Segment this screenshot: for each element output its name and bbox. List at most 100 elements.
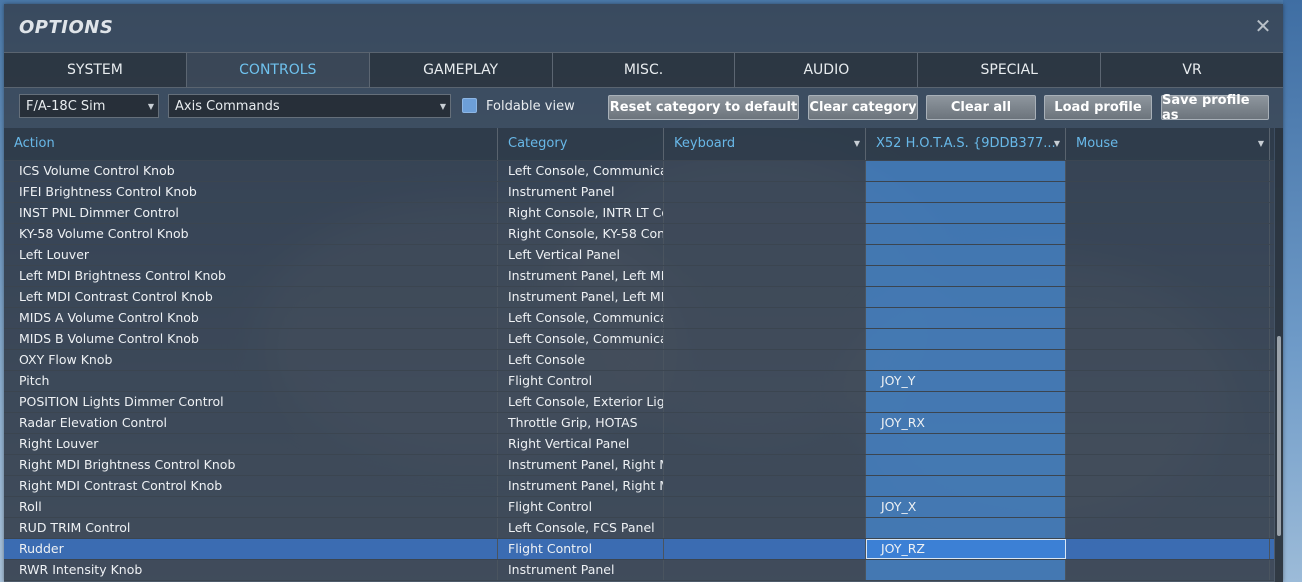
table-row[interactable]: Roll Flight Control JOY_X	[4, 497, 1274, 518]
tab-controls[interactable]: CONTROLS	[186, 53, 370, 87]
table-row[interactable]: INST PNL Dimmer Control Right Console, IN…	[4, 203, 1274, 224]
table-row[interactable]: Right MDI Brightness Control Knob Instrum…	[4, 455, 1274, 476]
category-select[interactable]: Axis Commands ▼	[168, 94, 451, 118]
cell-mouse[interactable]	[1066, 476, 1270, 496]
chevron-down-icon[interactable]: ▼	[854, 128, 860, 160]
cell-mouse[interactable]	[1066, 182, 1270, 202]
cell-mouse[interactable]	[1066, 518, 1270, 538]
column-header-category[interactable]: Category	[498, 128, 664, 160]
table-row[interactable]: Radar Elevation Control Throttle Grip, HO…	[4, 413, 1274, 434]
chevron-down-icon[interactable]: ▼	[1054, 128, 1060, 160]
table-row[interactable]: POSITION Lights Dimmer Control Left Conso…	[4, 392, 1274, 413]
save-profile-button[interactable]: Save profile as	[1161, 93, 1269, 123]
cell-keyboard[interactable]	[664, 266, 866, 286]
cell-mouse[interactable]	[1066, 266, 1270, 286]
cell-joy[interactable]	[866, 224, 1066, 244]
table-row[interactable]: KY-58 Volume Control Knob Right Console, …	[4, 224, 1274, 245]
tab-special[interactable]: SPECIAL	[918, 53, 1102, 87]
table-row[interactable]: Pitch Flight Control JOY_Y	[4, 371, 1274, 392]
column-header-mouse[interactable]: Mouse ▼	[1066, 128, 1270, 160]
tab-misc[interactable]: MISC.	[552, 53, 736, 87]
scrollbar-thumb[interactable]	[1277, 336, 1281, 536]
cell-joy[interactable]	[866, 266, 1066, 286]
cell-joy[interactable]	[866, 350, 1066, 370]
cell-joy[interactable]	[866, 161, 1066, 181]
cell-keyboard[interactable]	[664, 308, 866, 328]
table-row[interactable]: Rudder Flight Control JOY_RZ	[4, 539, 1274, 560]
table-row[interactable]: RWR Intensity Knob Instrument Panel	[4, 560, 1274, 581]
cell-keyboard[interactable]	[664, 476, 866, 496]
cell-mouse[interactable]	[1066, 560, 1270, 580]
cell-joy[interactable]	[866, 392, 1066, 412]
table-row[interactable]: ICS Volume Control Knob Left Console, Com…	[4, 161, 1274, 182]
cell-mouse[interactable]	[1066, 329, 1270, 349]
tab-vr[interactable]: VR	[1101, 53, 1284, 87]
column-header-action[interactable]: Action	[4, 128, 498, 160]
load-profile-button[interactable]: Load profile	[1044, 95, 1152, 120]
table-row[interactable]: Right Louver Right Vertical Panel	[4, 434, 1274, 455]
reset-category-button[interactable]: Reset category to default	[608, 95, 799, 120]
foldable-view-checkbox[interactable]	[462, 98, 477, 113]
cell-keyboard[interactable]	[664, 245, 866, 265]
table-row[interactable]: MIDS B Volume Control Knob Left Console, …	[4, 329, 1274, 350]
cell-keyboard[interactable]	[664, 539, 866, 559]
cell-keyboard[interactable]	[664, 287, 866, 307]
cell-keyboard[interactable]	[664, 203, 866, 223]
cell-keyboard[interactable]	[664, 350, 866, 370]
cell-keyboard[interactable]	[664, 518, 866, 538]
cell-mouse[interactable]	[1066, 308, 1270, 328]
cell-mouse[interactable]	[1066, 413, 1270, 433]
tab-system[interactable]: SYSTEM	[4, 53, 187, 87]
chevron-down-icon[interactable]: ▼	[1258, 128, 1264, 160]
cell-joy[interactable]: JOY_RX	[866, 413, 1066, 433]
cell-joy[interactable]: JOY_RZ	[866, 539, 1066, 559]
cell-keyboard[interactable]	[664, 497, 866, 517]
table-row[interactable]: IFEI Brightness Control Knob Instrument P…	[4, 182, 1274, 203]
cell-mouse[interactable]	[1066, 287, 1270, 307]
table-row[interactable]: MIDS A Volume Control Knob Left Console, …	[4, 308, 1274, 329]
cell-joy[interactable]	[866, 434, 1066, 454]
cell-keyboard[interactable]	[664, 182, 866, 202]
cell-keyboard[interactable]	[664, 560, 866, 580]
column-header-joystick[interactable]: X52 H.O.T.A.S. {9DDB377... ▼	[866, 128, 1066, 160]
cell-keyboard[interactable]	[664, 455, 866, 475]
table-row[interactable]: Right MDI Contrast Control Knob Instrumen…	[4, 476, 1274, 497]
close-icon[interactable]: ✕	[1253, 16, 1273, 36]
cell-joy[interactable]	[866, 476, 1066, 496]
cell-keyboard[interactable]	[664, 371, 866, 391]
table-row[interactable]: RUD TRIM Control Left Console, FCS Panel	[4, 518, 1274, 539]
table-row[interactable]: Left MDI Contrast Control Knob Instrument…	[4, 287, 1274, 308]
tab-audio[interactable]: AUDIO	[735, 53, 919, 87]
cell-joy[interactable]	[866, 203, 1066, 223]
cell-mouse[interactable]	[1066, 350, 1270, 370]
cell-joy[interactable]	[866, 182, 1066, 202]
cell-keyboard[interactable]	[664, 392, 866, 412]
cell-joy[interactable]	[866, 560, 1066, 580]
cell-keyboard[interactable]	[664, 161, 866, 181]
cell-joy[interactable]	[866, 245, 1066, 265]
table-row[interactable]: Left Louver Left Vertical Panel	[4, 245, 1274, 266]
cell-mouse[interactable]	[1066, 203, 1270, 223]
cell-joy[interactable]: JOY_X	[866, 497, 1066, 517]
cell-joy[interactable]: JOY_Y	[866, 371, 1066, 391]
cell-joy[interactable]	[866, 329, 1066, 349]
cell-joy[interactable]	[866, 518, 1066, 538]
cell-joy[interactable]	[866, 308, 1066, 328]
table-scrollbar[interactable]	[1275, 128, 1283, 582]
table-row[interactable]: Left MDI Brightness Control Knob Instrume…	[4, 266, 1274, 287]
cell-mouse[interactable]	[1066, 245, 1270, 265]
cell-mouse[interactable]	[1066, 371, 1270, 391]
clear-category-button[interactable]: Clear category	[808, 95, 918, 120]
cell-keyboard[interactable]	[664, 434, 866, 454]
tab-gameplay[interactable]: GAMEPLAY	[369, 53, 553, 87]
cell-mouse[interactable]	[1066, 455, 1270, 475]
cell-mouse[interactable]	[1066, 224, 1270, 244]
aircraft-select[interactable]: F/A-18C Sim ▼	[19, 94, 159, 118]
column-header-keyboard[interactable]: Keyboard ▼	[664, 128, 866, 160]
cell-mouse[interactable]	[1066, 434, 1270, 454]
cell-joy[interactable]	[866, 455, 1066, 475]
cell-mouse[interactable]	[1066, 539, 1270, 559]
cell-joy[interactable]	[866, 287, 1066, 307]
cell-keyboard[interactable]	[664, 413, 866, 433]
clear-all-button[interactable]: Clear all	[926, 95, 1036, 120]
